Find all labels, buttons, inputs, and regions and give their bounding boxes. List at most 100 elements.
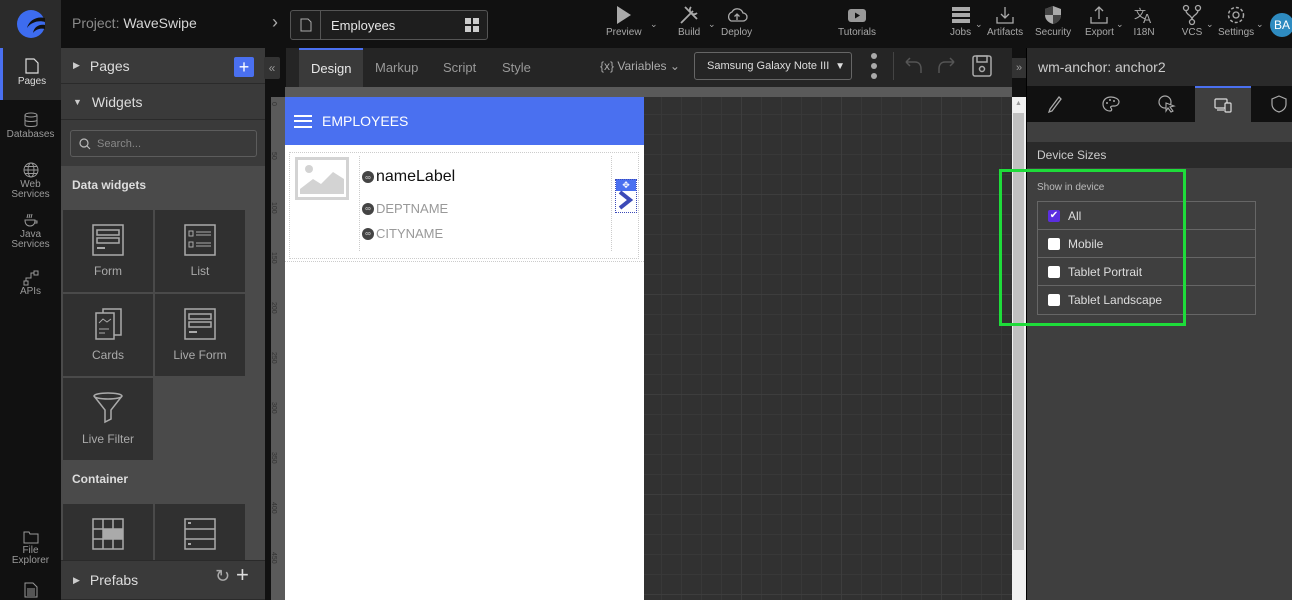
device-option-tablet-landscape[interactable]: Tablet Landscape — [1038, 286, 1255, 314]
widget-live-form[interactable]: Live Form — [155, 294, 245, 376]
widget-search-input[interactable]: Search... — [70, 130, 257, 157]
list-item-template[interactable]: ∞ nameLabel ∞ DEPTNAME ∞ CITYNAME ✥ — [289, 152, 639, 259]
project-name: Project: WaveSwipe — [72, 15, 197, 31]
device-option-tablet-portrait[interactable]: Tablet Portrait — [1038, 258, 1255, 286]
tab-security[interactable] — [1251, 86, 1292, 122]
deploy-button[interactable]: Deploy — [721, 4, 752, 38]
funnel-icon — [93, 392, 123, 424]
prefabs-section-header[interactable]: ▶ Prefabs — [61, 560, 265, 600]
expand-props-button[interactable]: » — [1012, 58, 1026, 78]
widget-list[interactable]: List — [155, 210, 245, 292]
checkbox-icon[interactable] — [1048, 237, 1060, 250]
ruler-tick: 50 — [270, 152, 277, 160]
canvas-scrollbar-thumb[interactable] — [1013, 113, 1024, 550]
save-icon[interactable] — [972, 55, 992, 77]
page-grid-icon[interactable] — [457, 17, 487, 33]
add-prefab-button[interactable]: + — [236, 562, 249, 588]
checkbox-icon[interactable] — [1048, 294, 1060, 306]
preview-button[interactable]: Preview — [606, 4, 642, 38]
export-dropdown-icon[interactable]: ⌄ — [1116, 19, 1124, 30]
tab-styles[interactable] — [1083, 86, 1139, 122]
vcs-dropdown-icon[interactable]: ⌄ — [1206, 19, 1214, 30]
rail-item-web-services[interactable]: Web Services — [0, 162, 61, 200]
checkbox-checked-icon[interactable]: ✔ — [1048, 209, 1060, 222]
widget-grid-layout[interactable] — [63, 504, 153, 560]
rail-item-file-explorer[interactable]: File Explorer — [0, 530, 61, 566]
tab-properties[interactable] — [1027, 86, 1083, 122]
tutorials-button[interactable]: Tutorials — [838, 4, 876, 38]
city-label-text: CITYNAME — [376, 226, 444, 241]
grid-layout-icon — [92, 518, 124, 550]
api-icon — [23, 270, 38, 286]
caret-right-icon: ▶ — [73, 574, 80, 585]
add-page-button[interactable]: + — [234, 57, 254, 77]
rail-item-document[interactable] — [0, 582, 61, 598]
variables-button[interactable]: {x} Variables ⌄ — [600, 59, 680, 73]
widget-live-filter[interactable]: Live Filter — [63, 378, 153, 460]
name-label[interactable]: ∞ nameLabel — [362, 168, 455, 186]
branch-icon — [1182, 4, 1202, 26]
jobs-button[interactable]: Jobs — [950, 4, 971, 38]
rail-item-pages[interactable]: Pages — [0, 48, 61, 100]
more-options-icon[interactable] — [870, 53, 878, 79]
export-label: Export — [1085, 27, 1114, 38]
hamburger-menu-icon[interactable] — [294, 114, 312, 128]
deploy-label: Deploy — [721, 27, 753, 38]
rail-item-databases[interactable]: Databases — [0, 112, 61, 140]
tab-device[interactable] — [1195, 86, 1251, 122]
i18n-button[interactable]: 文A I18N — [1133, 4, 1155, 38]
widget-form[interactable]: Form — [63, 210, 153, 292]
tab-design[interactable]: Design — [299, 48, 364, 87]
widget-cards[interactable]: Cards — [63, 294, 153, 376]
tab-style[interactable]: Style — [502, 48, 531, 87]
city-label[interactable]: ∞ CITYNAME — [362, 226, 443, 241]
page-selector[interactable]: Employees — [290, 10, 488, 40]
settings-dropdown-icon[interactable]: ⌄ — [1256, 19, 1264, 30]
settings-button[interactable]: Settings — [1218, 4, 1254, 38]
ruler-tick: 450 — [270, 552, 277, 564]
user-avatar[interactable]: BA — [1270, 13, 1292, 37]
ruler-tick: 200 — [270, 302, 277, 314]
rail-item-apis[interactable]: APIs — [0, 270, 61, 297]
device-option-label: Mobile — [1068, 236, 1104, 251]
checkbox-icon[interactable] — [1048, 265, 1060, 278]
redo-icon[interactable] — [936, 56, 958, 76]
artifacts-button[interactable]: Artifacts — [987, 4, 1023, 38]
rail-item-java-services[interactable]: Java Services — [0, 212, 61, 250]
device-select[interactable]: Samsung Galaxy Note III ▼ — [694, 52, 852, 80]
security-button[interactable]: Security — [1035, 4, 1071, 38]
ruler-tick: 150 — [270, 252, 277, 264]
left-rail: Pages Databases Web Services Java Servic… — [0, 48, 61, 600]
selected-anchor[interactable] — [615, 179, 637, 213]
tab-markup[interactable]: Markup — [375, 48, 418, 87]
server-icon — [951, 7, 970, 23]
jobs-dropdown-icon[interactable]: ⌄ — [975, 19, 983, 30]
image-placeholder-icon[interactable] — [295, 157, 349, 200]
undo-icon[interactable] — [902, 56, 924, 76]
app-logo[interactable] — [0, 0, 61, 48]
scroll-up-icon[interactable]: ▲ — [1015, 100, 1022, 107]
build-dropdown-icon[interactable]: ⌄ — [708, 19, 716, 30]
tab-script[interactable]: Script — [443, 48, 476, 87]
device-select-value: Samsung Galaxy Note III — [707, 60, 830, 72]
refresh-icon[interactable]: ↻ — [215, 566, 230, 587]
device-option-mobile[interactable]: Mobile — [1038, 230, 1255, 258]
toolbar-divider — [893, 52, 894, 80]
play-icon — [616, 6, 631, 24]
preview-dropdown-icon[interactable]: ⌄ — [650, 19, 658, 30]
dept-label[interactable]: ∞ DEPTNAME — [362, 201, 448, 216]
build-button[interactable]: Build — [678, 4, 700, 38]
export-button[interactable]: Export — [1085, 4, 1114, 38]
preview-label: Preview — [606, 27, 642, 38]
tab-events[interactable] — [1139, 86, 1195, 122]
collapse-panel-button[interactable]: « — [264, 57, 280, 79]
ruler-tick: 350 — [270, 452, 277, 464]
page-header[interactable]: EMPLOYEES — [285, 97, 644, 145]
database-icon — [24, 112, 37, 127]
widgets-section-header[interactable]: ▼ Widgets — [61, 84, 265, 120]
vcs-button[interactable]: VCS — [1181, 4, 1203, 38]
device-sizes-header: Device Sizes — [1027, 142, 1292, 168]
widget-accordion[interactable] — [155, 504, 245, 560]
settings-label: Settings — [1218, 27, 1255, 38]
device-option-all[interactable]: ✔ All — [1038, 202, 1255, 230]
